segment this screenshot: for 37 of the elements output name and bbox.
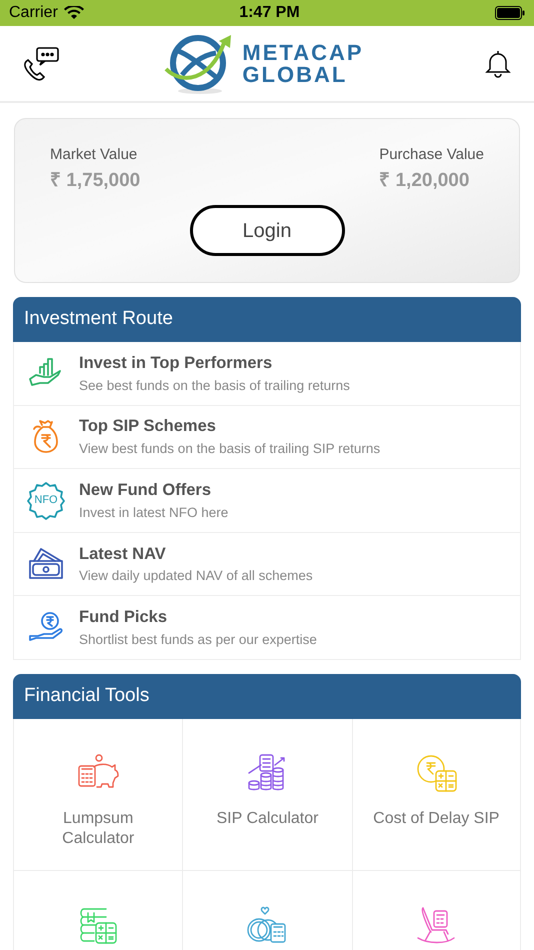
logo-wordmark: METACAP: [242, 42, 364, 64]
section-header: Financial Tools: [13, 674, 521, 719]
route-item-subtitle: See best funds on the basis of trailing returns: [79, 376, 350, 395]
route-item-subtitle: View daily updated NAV of all schemes: [79, 567, 313, 586]
tool-label: SIP Calculator: [216, 808, 320, 829]
route-item-subtitle: Invest in latest NFO here: [79, 504, 228, 522]
tool-tile[interactable]: Cost of Delay SIP: [352, 718, 521, 871]
market-value-amount: ₹ 1,75,000: [50, 168, 140, 192]
purchase-value-amount: ₹ 1,20,000: [379, 168, 470, 192]
tool-label: Lumpsum Calculator: [61, 808, 136, 849]
route-item[interactable]: Top SIP Schemes View best funds on the basis of trailing SIP returns: [13, 406, 521, 470]
wifi-icon: [64, 6, 84, 20]
clock: 1:47 PM: [238, 3, 301, 23]
route-item[interactable]: Invest in Top Performers See best funds on the basis of trailing returns: [13, 342, 521, 406]
route-item-title: Fund Picks: [79, 607, 168, 628]
carrier-name: Carrier: [9, 3, 58, 23]
route-item[interactable]: NFO New Fund Offers Invest in latest NFO here: [13, 469, 521, 533]
route-item-title: Invest in Top Performers: [79, 352, 274, 374]
notification-bell-icon[interactable]: [484, 48, 512, 78]
route-item-title: New Fund Offers: [79, 480, 212, 501]
nfo-badge-icon: NFO: [26, 480, 66, 520]
tool-tile[interactable]: SIP Calculator: [182, 718, 352, 871]
purchase-value-label: Purchase Value: [379, 145, 484, 165]
call-chat-button[interactable]: [22, 44, 60, 82]
market-value-label: Market Value: [50, 145, 138, 165]
battery-icon: [495, 6, 525, 20]
route-item-subtitle: View best funds on the basis of trailing SIP returns: [79, 440, 380, 458]
route-item-title: Top SIP Schemes: [79, 416, 217, 438]
login-button[interactable]: Login: [190, 205, 344, 256]
section-header: Investment Route: [13, 297, 521, 342]
tool-tile[interactable]: Lumpsum Calculator: [13, 718, 182, 871]
logo-wordmark: GLOBAL: [242, 64, 348, 86]
route-item[interactable]: Fund Picks Shortlist best funds as per our expertise: [13, 596, 521, 660]
tool-label: Cost of Delay SIP: [372, 808, 500, 829]
route-item[interactable]: Latest NAV View daily updated NAV of all schemes: [13, 532, 521, 596]
route-item-subtitle: Shortlist best funds as per our expertise: [79, 630, 317, 649]
route-item-title: Latest NAV: [79, 544, 167, 565]
